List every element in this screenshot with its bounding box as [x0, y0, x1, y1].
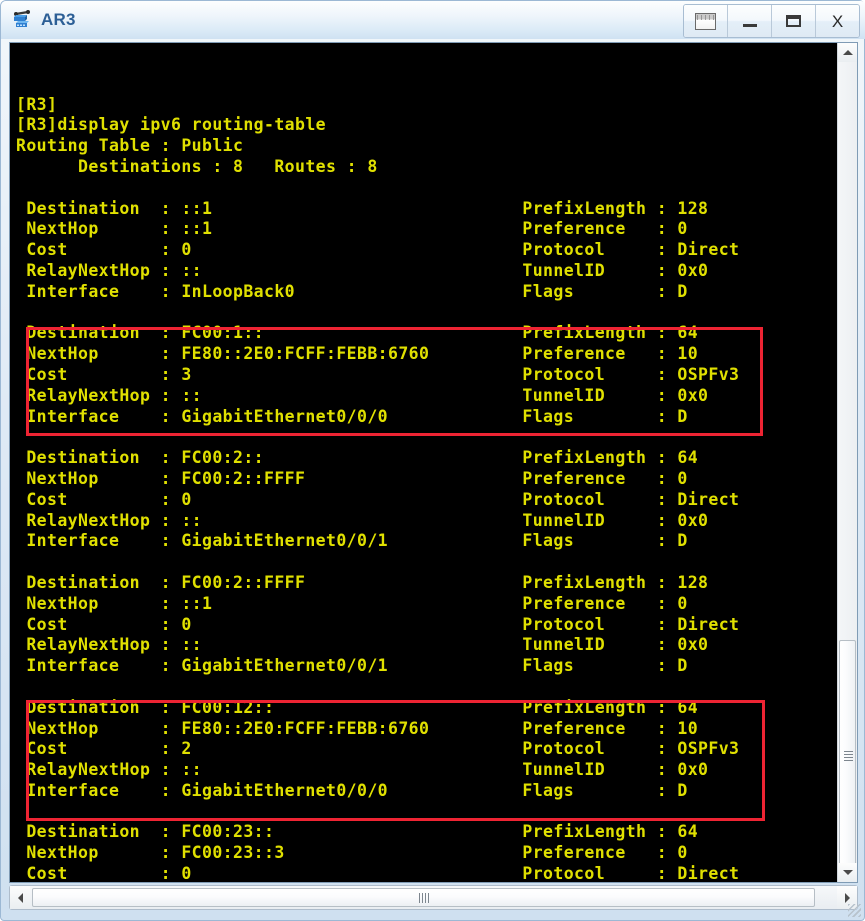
- resize-grip-icon[interactable]: [848, 904, 861, 917]
- terminal-line: Destinations : 8 Routes : 8: [16, 156, 378, 176]
- horizontal-scrollbar[interactable]: [9, 885, 858, 910]
- terminal-text: [R3] [R3]display ipv6 routing-table Routin…: [16, 53, 739, 882]
- terminal-line: NextHop : ::1 Preference : 0: [16, 219, 688, 239]
- terminal-line: Cost : 2 Protocol : OSPFv3: [16, 739, 740, 759]
- terminal-line: NextHop : FE80::2E0:FCFF:FEBB:6760 Prefe…: [16, 344, 699, 364]
- title-bar-left: AR3: [11, 5, 76, 35]
- terminal-line: Destination : FC00:1:: PrefixLength : 64: [16, 323, 699, 343]
- scroll-grip-icon-horizontal: [418, 893, 429, 903]
- terminal-line: Interface : InLoopBack0 Flags : D: [16, 281, 688, 301]
- maximize-icon: [786, 15, 801, 27]
- terminal-line: Cost : 3 Protocol : OSPFv3: [16, 364, 740, 384]
- terminal-line: Interface : GigabitEthernet0/0/0 Flags :…: [16, 780, 688, 800]
- terminal-line: RelayNextHop : :: TunnelID : 0x0: [16, 510, 709, 530]
- maximize-button[interactable]: [772, 5, 816, 37]
- chevron-right-icon: [844, 892, 850, 903]
- window-controls: X: [683, 4, 860, 38]
- minimize-button[interactable]: [728, 5, 772, 37]
- terminal-line: RelayNextHop : :: TunnelID : 0x0: [16, 385, 709, 405]
- window-title: AR3: [41, 10, 76, 29]
- vertical-scrollbar[interactable]: [837, 43, 857, 882]
- terminal-line: Cost : 0 Protocol : Direct: [16, 489, 740, 509]
- terminal-line: RelayNextHop : :: TunnelID : 0x0: [16, 760, 709, 780]
- terminal-line: Destination : FC00:2::FFFF PrefixLength …: [16, 572, 709, 592]
- terminal-line: NextHop : ::1 Preference : 0: [16, 593, 688, 613]
- terminal-line: NextHop : FC00:23::3 Preference : 0: [16, 843, 688, 863]
- terminal-line: NextHop : FC00:2::FFFF Preference : 0: [16, 468, 688, 488]
- terminal-line: Destination : FC00:23:: PrefixLength : 6…: [16, 822, 699, 842]
- terminal-line: RelayNextHop : :: TunnelID : 0x0: [16, 260, 709, 280]
- title-bar[interactable]: AR3 X: [1, 1, 865, 39]
- terminal-line: [R3]: [16, 94, 58, 114]
- scroll-down-button[interactable]: [838, 863, 857, 882]
- terminal-window: AR3 X [R3] [R3]display ipv6 routing-table…: [0, 0, 865, 921]
- terminal-line: Destination : FC00:12:: PrefixLength : 6…: [16, 697, 699, 717]
- scroll-up-button[interactable]: [838, 43, 857, 62]
- terminal-line: NextHop : FE80::2E0:FCFF:FEBB:6760 Prefe…: [16, 718, 699, 738]
- scroll-left-button[interactable]: [10, 886, 30, 909]
- terminal-line: Interface : GigabitEthernet0/0/1 Flags :…: [16, 656, 688, 676]
- terminal-frame: [R3] [R3]display ipv6 routing-table Routin…: [9, 42, 858, 883]
- menu-icon: [695, 12, 716, 30]
- minimize-icon: [742, 24, 757, 27]
- scroll-grip-icon: [844, 751, 853, 761]
- terminal-line: Destination : FC00:2:: PrefixLength : 64: [16, 448, 699, 468]
- terminal-line: Cost : 0 Protocol : Direct: [16, 864, 740, 882]
- vertical-scroll-thumb[interactable]: [839, 640, 856, 872]
- close-button[interactable]: X: [816, 5, 859, 37]
- router-icon: [11, 8, 35, 32]
- terminal-line: Interface : GigabitEthernet0/0/0 Flags :…: [16, 406, 688, 426]
- horizontal-scroll-thumb[interactable]: [32, 888, 815, 907]
- chevron-down-icon: [842, 870, 853, 875]
- terminal-line: [R3]display ipv6 routing-table: [16, 115, 327, 135]
- chevron-up-icon: [842, 50, 853, 55]
- terminal-line: Interface : GigabitEthernet0/0/1 Flags :…: [16, 531, 688, 551]
- menu-button[interactable]: [684, 5, 728, 37]
- chevron-left-icon: [17, 892, 23, 903]
- terminal-line: Cost : 0 Protocol : Direct: [16, 240, 740, 260]
- terminal-line: Routing Table : Public: [16, 136, 244, 156]
- terminal-line: Destination : ::1 PrefixLength : 128: [16, 198, 709, 218]
- close-icon: X: [831, 11, 844, 31]
- terminal-line: RelayNextHop : :: TunnelID : 0x0: [16, 635, 709, 655]
- terminal-line: Cost : 0 Protocol : Direct: [16, 614, 740, 634]
- terminal-lines: [R3] [R3]display ipv6 routing-table Routin…: [16, 95, 739, 882]
- terminal-output-area[interactable]: [R3] [R3]display ipv6 routing-table Routin…: [10, 43, 837, 882]
